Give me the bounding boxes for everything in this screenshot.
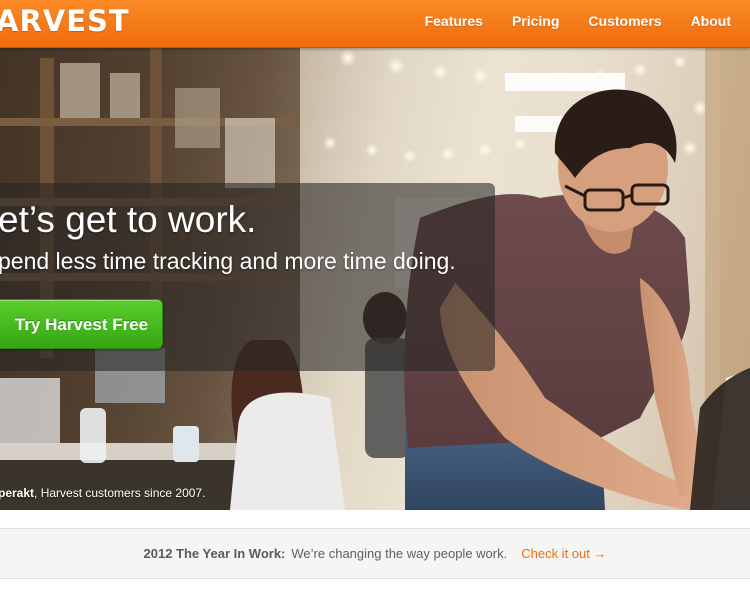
hero-headline: et’s get to work. [0, 199, 257, 240]
nav-about-link[interactable]: About [662, 0, 731, 42]
nav-customers-link[interactable]: Customers [559, 0, 661, 42]
announcement-bar: 2012 The Year In Work: We’re changing th… [0, 528, 750, 579]
try-harvest-free-button[interactable]: Try Harvest Free [0, 299, 163, 349]
top-navigation-bar: ARVEST Features Pricing Customers About [0, 0, 750, 48]
announcement-text: We’re changing the way people work. [291, 546, 508, 561]
nav-features-link[interactable]: Features [396, 0, 483, 42]
nav-pricing-link[interactable]: Pricing [483, 0, 559, 42]
announcement-title: 2012 The Year In Work: [143, 546, 286, 561]
hero-section: et’s get to work. pend less time trackin… [0, 48, 750, 510]
photo-caption: perakt, Harvest customers since 2007. [0, 486, 205, 500]
main-nav: Features Pricing Customers About [396, 0, 731, 42]
customer-name: perakt [0, 486, 35, 500]
check-it-out-link[interactable]: Check it out → [521, 546, 606, 561]
caption-text: , Harvest customers since 2007. [34, 486, 206, 500]
hero-subheadline: pend less time tracking and more time do… [0, 248, 456, 274]
harvest-logo[interactable]: ARVEST [0, 4, 130, 38]
